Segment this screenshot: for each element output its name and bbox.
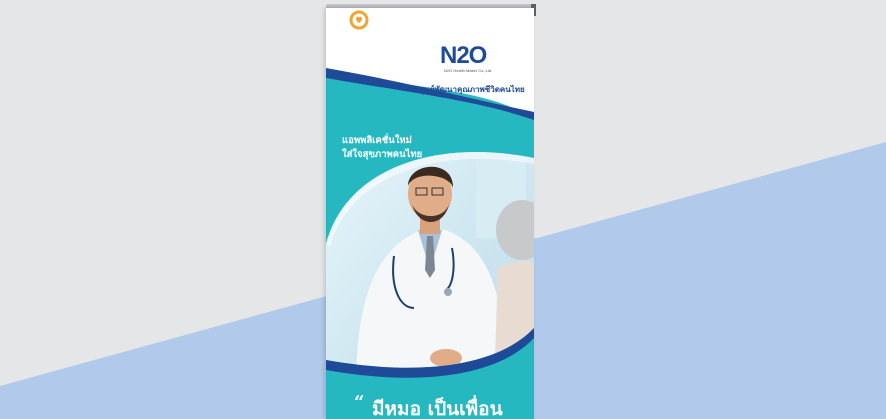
logo-subtitle: N2O Health Maker Co.,Ltd. — [444, 68, 493, 73]
banner-artwork — [326, 8, 534, 378]
org-name: ศูนย์พัฒนาคุณภาพชีวิตคนไทย — [419, 85, 525, 94]
logo-text: N2O — [440, 42, 487, 69]
tagline-line-1: แอพพลิเคชั่นใหม่ — [342, 135, 412, 146]
quote-text: มีหมอ เป็นเพื่อน — [372, 398, 503, 419]
tagline-line-2: ใส่ใจสุขภาพคนไทย — [342, 149, 423, 160]
quote-title: มีหมอ เป็นเพื่อน — [346, 394, 534, 419]
tagline: แอพพลิเคชั่นใหม่ ใส่ใจสุขภาพคนไทย — [342, 134, 452, 162]
rollup-banner: N2O N2O Health Maker Co.,Ltd. ศูนย์พัฒนา… — [326, 8, 534, 419]
n2o-logo-icon — [349, 10, 369, 30]
doctor-photo — [326, 151, 534, 368]
